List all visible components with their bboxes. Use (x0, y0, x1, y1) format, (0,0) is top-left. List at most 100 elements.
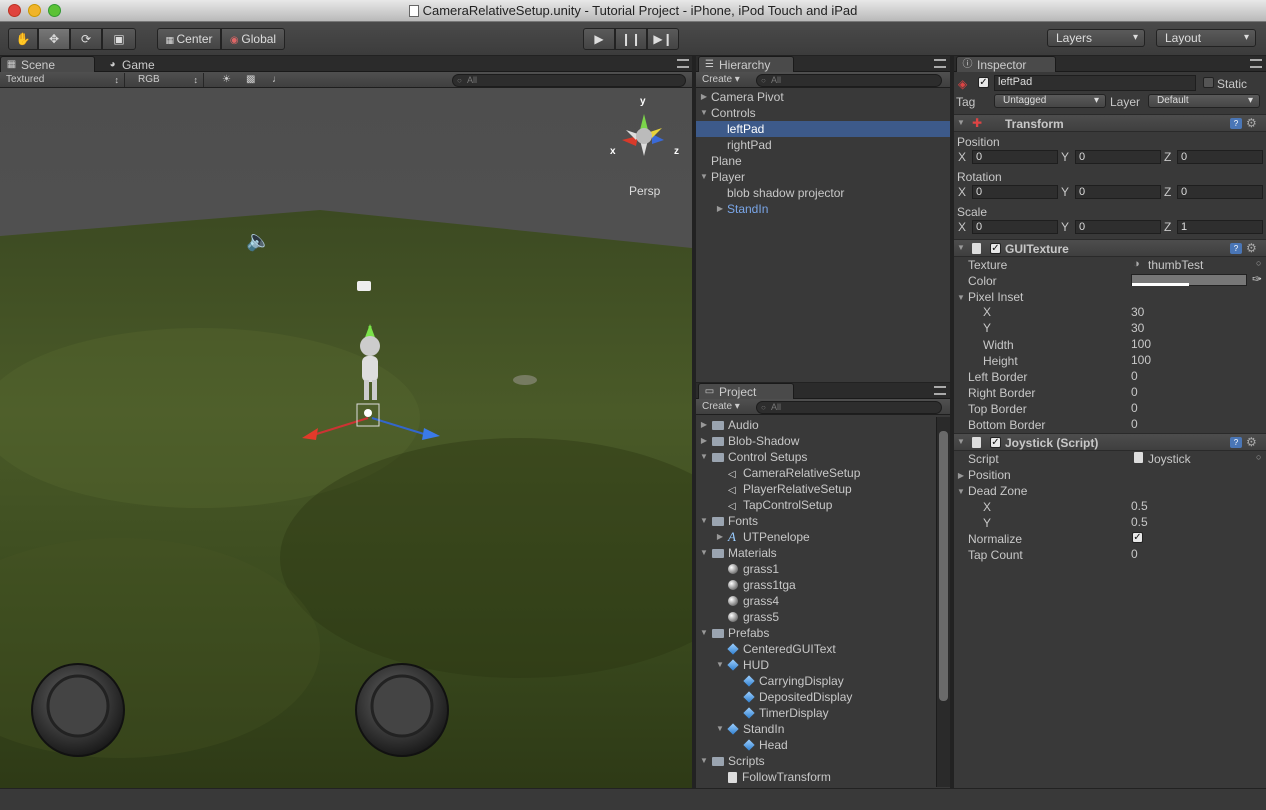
gear-icon[interactable]: ⚙ (1246, 435, 1257, 449)
transform-header[interactable]: ▼ ✚ Transform ? ⚙ (954, 114, 1266, 132)
guitexture-header[interactable]: ▼ ✓ GUITexture ? ⚙ (954, 239, 1266, 257)
list-item[interactable]: CarryingDisplay (696, 673, 936, 689)
tab-game[interactable]: ◕ Game (101, 56, 191, 72)
minimize-window-button[interactable] (28, 4, 41, 17)
pivot-toggle-button[interactable]: ▦ Center (157, 28, 221, 50)
active-checkbox[interactable]: ✓ (978, 77, 989, 88)
list-item[interactable]: ▼ Player (696, 169, 950, 185)
list-item-selected[interactable]: leftPad (696, 121, 950, 137)
rotation-z-field[interactable]: 0 (1177, 185, 1263, 199)
collapse-arrow-icon[interactable]: ▼ (699, 169, 709, 185)
list-item[interactable]: Head (696, 737, 936, 753)
left-border-value[interactable]: 0 (1131, 369, 1138, 383)
collapse-arrow-icon[interactable]: ▼ (699, 753, 709, 769)
tab-hierarchy[interactable]: ☰ Hierarchy (698, 56, 794, 72)
project-scrollbar[interactable] (936, 417, 950, 787)
bottom-border-value[interactable]: 0 (1131, 417, 1138, 431)
list-item[interactable]: ▼ Scripts (696, 753, 936, 769)
scene-viewport[interactable]: y x z Persp 🔈 (0, 88, 692, 788)
play-button[interactable]: ▶ (583, 28, 615, 50)
expand-arrow-icon[interactable]: ▶ (715, 529, 725, 545)
expand-arrow-icon[interactable]: ▶ (699, 89, 709, 105)
expand-arrow-icon[interactable]: ▶ (699, 433, 709, 449)
list-item[interactable]: ▼ Prefabs (696, 625, 936, 641)
collapse-arrow-icon[interactable]: ▼ (956, 118, 966, 127)
zoom-window-button[interactable] (48, 4, 61, 17)
gear-icon[interactable]: ⚙ (1246, 116, 1257, 130)
list-item[interactable]: ▶ StandIn (696, 201, 950, 217)
collapse-arrow-icon[interactable]: ▼ (699, 513, 709, 529)
close-window-button[interactable] (8, 4, 21, 17)
position-x-field[interactable]: 0 (972, 150, 1058, 164)
list-item[interactable]: ▼ HUD (696, 657, 936, 673)
layout-dropdown[interactable]: Layout (1156, 29, 1256, 47)
joystick-enabled-checkbox[interactable]: ✓ (990, 437, 1001, 448)
tab-project[interactable]: ▭ Project (698, 383, 794, 399)
list-item[interactable]: ▶ Blob-Shadow (696, 433, 936, 449)
player-character[interactable] (290, 318, 450, 448)
list-item[interactable]: rightPad (696, 137, 950, 153)
script-value[interactable]: Joystick (1148, 452, 1191, 466)
project-create-button[interactable]: Create ▾ (696, 400, 746, 414)
tag-dropdown[interactable]: Untagged (994, 94, 1106, 108)
tab-inspector[interactable]: ⓘ Inspector (956, 56, 1056, 72)
audio-source-icon[interactable]: 🔈 (246, 228, 271, 253)
list-item[interactable]: ◁ TapControlSetup (696, 497, 936, 513)
list-item[interactable]: ▶ Audio (696, 417, 936, 433)
list-item[interactable]: ▼ StandIn (696, 721, 936, 737)
list-item[interactable]: CenteredGUIText (696, 641, 936, 657)
position-y-field[interactable]: 0 (1075, 150, 1161, 164)
list-item[interactable]: TimerDisplay (696, 705, 936, 721)
layer-dropdown[interactable]: Default (1148, 94, 1260, 108)
hierarchy-menu-icon[interactable] (934, 59, 946, 68)
space-toggle-button[interactable]: ◉ Global (221, 28, 285, 50)
scale-x-field[interactable]: 0 (972, 220, 1058, 234)
list-item[interactable]: ▼ Controls (696, 105, 950, 121)
inspector-menu-icon[interactable] (1250, 59, 1262, 68)
collapse-arrow-icon[interactable]: ▼ (956, 243, 966, 252)
static-checkbox[interactable] (1203, 77, 1214, 88)
collapse-arrow-icon[interactable]: ▼ (956, 293, 966, 302)
scale-tool-button[interactable]: ▣ (102, 28, 136, 50)
texture-value[interactable]: thumbTest (1148, 258, 1203, 272)
list-item[interactable]: blob shadow projector (696, 185, 950, 201)
dead-zone-x-value[interactable]: 0.5 (1131, 499, 1148, 513)
help-icon[interactable]: ? (1230, 243, 1242, 254)
expand-arrow-icon[interactable]: ▶ (699, 417, 709, 433)
dead-zone-y-value[interactable]: 0.5 (1131, 515, 1148, 529)
guitexture-enabled-checkbox[interactable]: ✓ (990, 243, 1001, 254)
list-item[interactable]: ◁ PlayerRelativeSetup (696, 481, 936, 497)
collapse-arrow-icon[interactable]: ▼ (699, 545, 709, 561)
list-item[interactable]: ◁ CameraRelativeSetup (696, 465, 936, 481)
channel-dropdown[interactable]: RGB (132, 73, 204, 87)
inset-y-value[interactable]: 30 (1131, 321, 1144, 335)
object-picker-icon[interactable]: ○ (1256, 452, 1261, 462)
collapse-arrow-icon[interactable]: ▼ (699, 105, 709, 121)
color-swatch[interactable] (1131, 274, 1247, 286)
expand-arrow-icon[interactable]: ▶ (715, 201, 725, 217)
list-item[interactable]: DepositedDisplay (696, 689, 936, 705)
project-menu-icon[interactable] (934, 386, 946, 395)
list-item[interactable]: grass1tga (696, 577, 936, 593)
collapse-arrow-icon[interactable]: ▼ (715, 721, 725, 737)
list-item[interactable]: Plane (696, 153, 950, 169)
left-joystick-pad[interactable] (28, 660, 128, 760)
object-picker-icon[interactable]: ○ (1256, 258, 1261, 268)
gear-icon[interactable]: ⚙ (1246, 241, 1257, 255)
object-name-field[interactable]: leftPad (994, 75, 1196, 91)
list-item[interactable]: ▶ A UTPenelope (696, 529, 936, 545)
inset-width-value[interactable]: 100 (1131, 337, 1151, 351)
scrollbar-thumb[interactable] (939, 431, 948, 701)
help-icon[interactable]: ? (1230, 437, 1242, 448)
audio-toggle[interactable]: ♩ (266, 73, 288, 87)
orientation-gizmo[interactable]: y x z (610, 96, 682, 168)
expand-arrow-icon[interactable]: ▶ (956, 471, 966, 480)
right-joystick-pad[interactable] (352, 660, 452, 760)
position-z-field[interactable]: 0 (1177, 150, 1263, 164)
collapse-arrow-icon[interactable]: ▼ (699, 449, 709, 465)
scale-z-field[interactable]: 1 (1177, 220, 1263, 234)
tab-scene[interactable]: ▦ Scene (0, 56, 95, 72)
eyedropper-icon[interactable]: ✑ (1252, 272, 1262, 286)
layers-dropdown[interactable]: Layers (1047, 29, 1145, 47)
step-button[interactable]: ▶❙ (647, 28, 679, 50)
